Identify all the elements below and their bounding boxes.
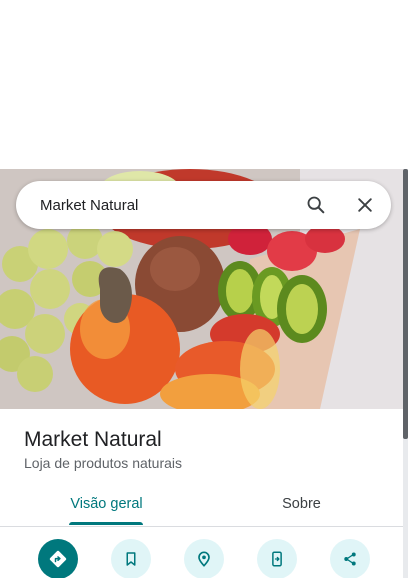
directions-button[interactable] [38, 539, 78, 578]
directions-icon [49, 550, 67, 568]
tab-about[interactable]: Sobre [201, 482, 402, 526]
place-category: Loja de produtos naturais [24, 455, 182, 471]
send-to-phone-icon [272, 551, 282, 567]
scrollbar-thumb[interactable] [403, 169, 408, 439]
place-photo[interactable] [0, 169, 403, 409]
tab-overview[interactable]: Visão geral [6, 482, 207, 526]
active-tab-indicator [69, 522, 143, 525]
share-icon [344, 552, 356, 566]
nearby-location-icon [198, 551, 210, 567]
clear-search-button[interactable] [351, 191, 379, 219]
search-input[interactable] [40, 191, 290, 219]
place-title: Market Natural [24, 428, 162, 451]
search-bar [16, 181, 391, 229]
send-to-phone-button[interactable] [257, 539, 297, 578]
share-button[interactable] [330, 539, 370, 578]
nearby-button[interactable] [184, 539, 224, 578]
save-button[interactable] [111, 539, 151, 578]
close-icon [358, 198, 372, 212]
tab-bar: Visão geral Sobre [0, 482, 403, 527]
search-icon [307, 196, 325, 214]
place-panel: Market Natural Loja de produtos naturais… [0, 169, 403, 578]
bookmark-icon [126, 552, 136, 566]
search-button[interactable] [302, 191, 330, 219]
action-buttons [0, 539, 403, 578]
